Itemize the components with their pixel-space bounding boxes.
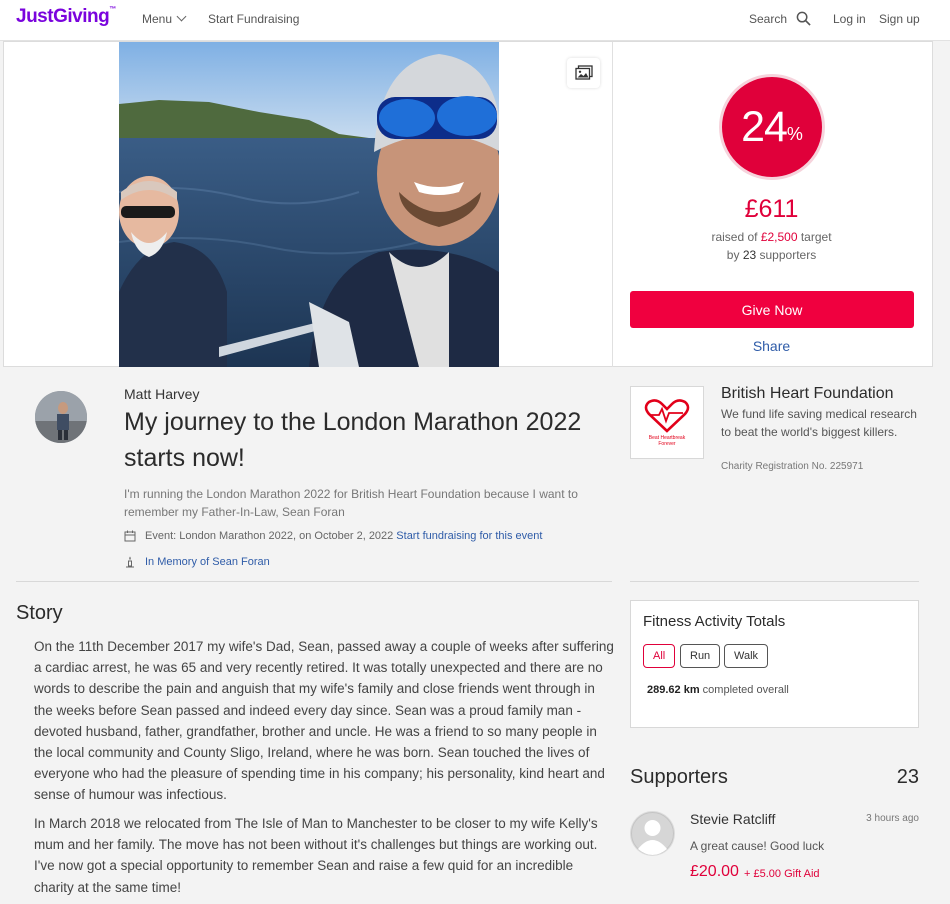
supporter-name: Stevie Ratcliff bbox=[690, 811, 776, 827]
fundraiser-summary: I'm running the London Marathon 2022 for… bbox=[124, 487, 578, 519]
fitness-panel: Fitness Activity Totals All Run Walk 289… bbox=[630, 600, 919, 728]
heart-icon bbox=[644, 398, 690, 433]
fitness-total: 289.62 km completed overall bbox=[647, 684, 789, 696]
progress-percent: 24 bbox=[741, 102, 788, 151]
fundraiser-photo bbox=[119, 42, 499, 367]
raised-amount: £611 bbox=[744, 195, 799, 223]
target-amount: £2,500 bbox=[760, 230, 798, 244]
story-heading: Story bbox=[16, 602, 63, 624]
top-nav: JustGiving™ Menu Start Fundraising Searc… bbox=[0, 0, 950, 41]
supporter-time: 3 hours ago bbox=[866, 813, 919, 824]
gallery-icon bbox=[574, 65, 593, 80]
menu-button[interactable]: Menu bbox=[142, 11, 187, 26]
search-icon[interactable] bbox=[796, 11, 811, 26]
story-paragraph: In March 2018 we relocated from The Isle… bbox=[34, 816, 598, 895]
supporters-summary: by 23 supporters bbox=[726, 248, 817, 262]
chevron-down-icon bbox=[176, 11, 187, 22]
filter-run-button[interactable]: Run bbox=[680, 644, 721, 668]
fitness-title: Fitness Activity Totals bbox=[643, 613, 786, 630]
gallery-button[interactable] bbox=[567, 58, 600, 88]
charity-logo-text: Beat Heartbreak Forever bbox=[648, 434, 686, 447]
story-paragraph: On the 11th December 2017 my wife's Dad,… bbox=[34, 639, 614, 803]
charity-registration: Charity Registration No. 225971 bbox=[721, 461, 864, 472]
percent-symbol: % bbox=[786, 123, 803, 144]
supporter-avatar bbox=[630, 811, 675, 856]
user-icon bbox=[631, 812, 674, 855]
fitness-distance: 289.62 km bbox=[647, 684, 700, 696]
fundraiser-owner[interactable]: Matt Harvey bbox=[124, 386, 199, 402]
fundraiser-avatar[interactable] bbox=[35, 391, 87, 443]
login-link[interactable]: Log in bbox=[833, 12, 866, 26]
start-fundraising-link[interactable]: Start Fundraising bbox=[208, 12, 299, 26]
event-text: Event: London Marathon 2022, on October … bbox=[145, 530, 394, 542]
filter-all-button[interactable]: All bbox=[643, 644, 676, 668]
charity-description: We fund life saving medical research to … bbox=[721, 407, 917, 439]
supporter-amount: £20.00 bbox=[690, 863, 739, 880]
raised-target: raised of £2,500 target bbox=[711, 230, 832, 244]
search-label[interactable]: Search bbox=[749, 12, 787, 26]
supporters-heading: Supporters bbox=[630, 766, 728, 788]
memory-text: In Memory of Sean Foran bbox=[145, 556, 270, 568]
sidebar-divider bbox=[630, 581, 919, 582]
supporter-message: A great cause! Good luck bbox=[690, 839, 825, 853]
share-link[interactable]: Share bbox=[610, 338, 933, 354]
filter-walk-button[interactable]: Walk bbox=[724, 644, 769, 668]
page-title: My journey to the London Marathon 2022 s… bbox=[124, 408, 582, 472]
menu-label: Menu bbox=[142, 12, 173, 26]
signup-link[interactable]: Sign up bbox=[879, 12, 920, 26]
calendar-icon bbox=[124, 530, 136, 542]
justgiving-logo[interactable]: JustGiving™ bbox=[16, 6, 116, 28]
memory-row[interactable]: In Memory of Sean Foran bbox=[124, 556, 270, 568]
give-now-button[interactable]: Give Now bbox=[630, 291, 914, 328]
progress-circle: 24% bbox=[719, 74, 825, 180]
supporters-total: 23 bbox=[896, 766, 919, 788]
charity-name[interactable]: British Heart Foundation bbox=[721, 385, 894, 403]
supporters-count: 23 bbox=[742, 248, 757, 262]
content-divider bbox=[16, 581, 612, 582]
charity-logo[interactable]: Beat Heartbreak Forever bbox=[630, 386, 704, 459]
event-fundraise-link[interactable]: Start fundraising for this event bbox=[396, 530, 542, 542]
event-row: Event: London Marathon 2022, on October … bbox=[124, 530, 542, 542]
candle-icon bbox=[126, 556, 134, 568]
supporter-gift-aid: + £5.00 Gift Aid bbox=[744, 868, 820, 880]
